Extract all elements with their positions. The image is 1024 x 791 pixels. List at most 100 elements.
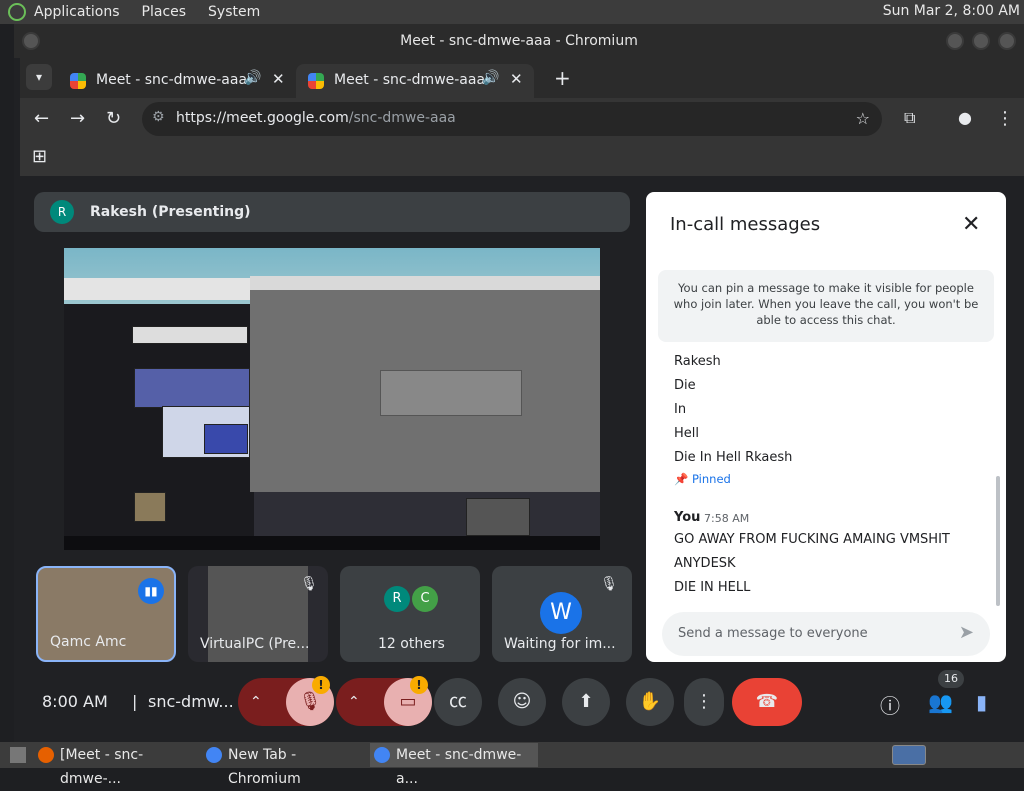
presenter-avatar: R	[50, 200, 74, 224]
meeting-info-icon[interactable]: ⓘ	[880, 690, 900, 719]
captions-button[interactable]: ㏄	[434, 678, 482, 726]
chat-toggle-icon[interactable]: ▮	[976, 690, 987, 714]
avatar-c: C	[412, 586, 438, 612]
tile-virtualpc[interactable]: 🎙 VirtualPC (Pre...	[188, 566, 328, 662]
pin-icon: 📌	[674, 472, 689, 486]
chat-sender: You	[674, 510, 701, 525]
chat-message: Die	[674, 378, 696, 393]
tab-meet-1[interactable]: Meet - snc-dmwe-aaa 🔊 ✕	[58, 64, 296, 98]
mic-muted-icon: 🎙	[600, 576, 618, 592]
mic-muted-icon: 🎙	[300, 576, 318, 592]
extensions-icon[interactable]: ⧉	[904, 108, 915, 128]
avatar-w: W	[540, 592, 582, 634]
avatar-r: R	[384, 586, 410, 612]
pinned-label: Pinned	[691, 472, 731, 486]
chat-panel: In-call messages ✕ You can pin a message…	[646, 192, 1006, 662]
tab-title: Meet - snc-dmwe-aaa	[334, 72, 486, 88]
people-icon[interactable]: 👥	[928, 690, 953, 714]
chat-message: In	[674, 402, 687, 417]
tile-label: 12 others	[378, 636, 445, 652]
presenter-bar: R Rakesh (Presenting)	[34, 192, 630, 232]
forward-icon[interactable]: →	[70, 108, 85, 129]
taskbar-label: [Meet - snc-dmwe-...	[60, 747, 144, 787]
tab-close-icon[interactable]: ✕	[510, 70, 523, 88]
tab-title: Meet - snc-dmwe-aaa	[96, 72, 248, 88]
menu-places[interactable]: Places	[142, 4, 187, 20]
apps-grid-icon[interactable]: ⊞	[32, 146, 47, 167]
window-titlebar[interactable]: Meet - snc-dmwe-aaa - Chromium	[14, 24, 1024, 58]
reload-icon[interactable]: ↻	[106, 108, 121, 129]
shared-screen[interactable]	[64, 248, 600, 550]
tile-waiting[interactable]: W 🎙 Waiting for im...	[492, 566, 632, 662]
back-icon[interactable]: ←	[34, 108, 49, 129]
chat-message: Hell	[674, 426, 699, 441]
leave-call-button[interactable]: ☎	[732, 678, 802, 726]
control-bar: 8:00 AM | snc-dmw... ⌃ 🎙 ! ⌃ ▭ ! ㏄ ☺ ⬆ ✋…	[20, 670, 1024, 742]
taskbar-label: New Tab - Chromium	[228, 747, 301, 787]
new-tab-icon[interactable]: +	[554, 66, 571, 90]
present-screen-button[interactable]: ⬆	[562, 678, 610, 726]
tab-strip: ▾ Meet - snc-dmwe-aaa 🔊 ✕ Meet - snc-dmw…	[20, 58, 1024, 98]
chromium-icon	[374, 747, 390, 763]
tile-others[interactable]: R C 12 others	[340, 566, 480, 662]
site-info-icon[interactable]: ⚙	[152, 109, 165, 125]
camera-warning-icon[interactable]: !	[410, 676, 428, 694]
send-icon[interactable]: ➤	[959, 622, 974, 643]
chat-close-icon[interactable]: ✕	[962, 212, 980, 237]
bookmark-star-icon[interactable]: ☆	[856, 109, 870, 128]
chat-scrollbar[interactable]	[996, 476, 1000, 606]
raise-hand-button[interactable]: ✋	[626, 678, 674, 726]
shared-thumbnail	[466, 498, 530, 536]
tile-label: Waiting for im...	[504, 636, 616, 652]
taskbar-item-firefox-meet[interactable]: [Meet - snc-dmwe-...	[34, 743, 196, 787]
tab-audio-icon[interactable]: 🔊	[482, 70, 499, 86]
audio-options-chevron-icon[interactable]: ⌃	[250, 678, 262, 726]
tab-search-dropdown-icon[interactable]: ▾	[26, 64, 52, 90]
menu-system[interactable]: System	[208, 4, 260, 20]
system-logo-icon[interactable]	[8, 3, 26, 21]
reactions-button[interactable]: ☺	[498, 678, 546, 726]
shared-thumbnail	[134, 368, 250, 408]
tile-label: Qamc Amc	[50, 634, 127, 650]
url-text[interactable]: https://meet.google.com/snc-dmwe-aaa	[176, 110, 456, 126]
tray-chromium-icon[interactable]	[892, 745, 926, 765]
window-title: Meet - snc-dmwe-aaa - Chromium	[400, 33, 638, 49]
chat-title: In-call messages	[670, 214, 821, 235]
chromium-icon	[206, 747, 222, 763]
taskbar-item-new-tab[interactable]: New Tab - Chromium	[202, 743, 366, 787]
tab-close-icon[interactable]: ✕	[272, 70, 285, 88]
os-taskbar: [Meet - snc-dmwe-... New Tab - Chromium …	[0, 742, 1024, 787]
taskbar-item-meet-active[interactable]: Meet - snc-dmwe-a...	[370, 743, 538, 787]
meeting-code[interactable]: snc-dmw...	[148, 692, 234, 711]
clock-separator: |	[132, 692, 138, 711]
address-bar[interactable]: ⚙ https://meet.google.com/snc-dmwe-aaa ☆	[142, 102, 882, 136]
video-options-chevron-icon[interactable]: ⌃	[348, 678, 360, 726]
mic-warning-icon[interactable]: !	[312, 676, 330, 694]
meet-content: R Rakesh (Presenting) ▮▮ Qamc Amc 🎙 Virt…	[20, 176, 1024, 742]
window-menu-icon[interactable]	[22, 32, 40, 50]
pinned-indicator[interactable]: 📌 Pinned	[674, 472, 731, 486]
more-options-button[interactable]: ⋮	[684, 678, 724, 726]
shared-taskbar	[64, 536, 600, 550]
show-desktop-icon[interactable]	[6, 743, 30, 767]
chat-message: ANYDESK	[674, 556, 736, 571]
shared-browser-window	[64, 278, 254, 300]
browser-menu-icon[interactable]: ⋮	[996, 108, 1014, 129]
maximize-icon[interactable]	[972, 32, 990, 50]
profile-icon[interactable]: ●	[958, 108, 972, 127]
tab-meet-2-active[interactable]: Meet - snc-dmwe-aaa 🔊 ✕	[296, 64, 534, 98]
tab-audio-icon[interactable]: 🔊	[244, 70, 261, 86]
shared-dialog-box	[380, 370, 522, 416]
chat-message: Die In Hell Rkaesh	[674, 450, 793, 465]
chat-input-placeholder: Send a message to everyone	[678, 626, 868, 641]
chat-message-input[interactable]: Send a message to everyone ➤	[662, 612, 990, 656]
shared-thumbnail	[204, 424, 248, 454]
close-window-icon[interactable]	[998, 32, 1016, 50]
menu-applications[interactable]: Applications	[34, 4, 120, 20]
minimize-icon[interactable]	[946, 32, 964, 50]
system-clock[interactable]: Sun Mar 2, 8:00 AM	[883, 3, 1020, 19]
meet-favicon-icon	[70, 73, 86, 89]
participants-count-badge: 16	[938, 670, 964, 688]
speaking-indicator-icon: ▮▮	[138, 578, 164, 604]
tile-qamc-amc[interactable]: ▮▮ Qamc Amc	[36, 566, 176, 662]
